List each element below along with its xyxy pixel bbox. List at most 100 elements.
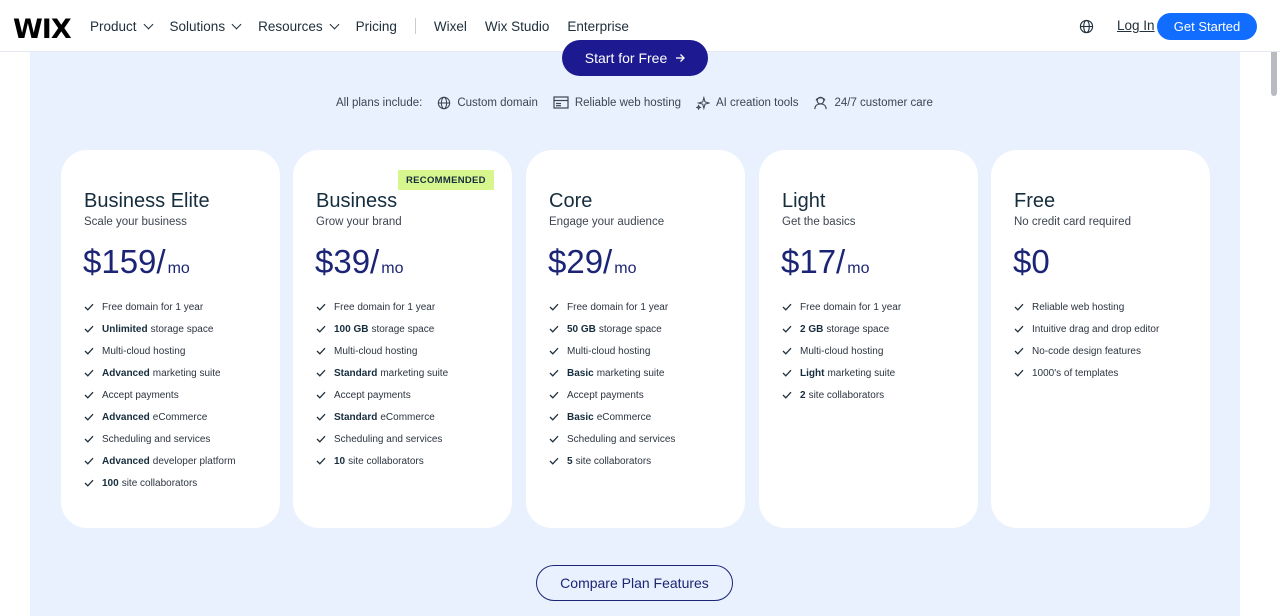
nav-wix-studio[interactable]: Wix Studio xyxy=(485,19,550,34)
feature-item: Advanced marketing suite xyxy=(84,362,236,384)
plan-card[interactable]: Light Get the basics $17/mo Free domain for… xyxy=(759,150,978,528)
feature-list: Reliable web hosting Intuitive drag and d… xyxy=(1014,296,1159,384)
price-amount: $159/ xyxy=(83,243,166,280)
check-icon xyxy=(84,413,94,421)
check-icon xyxy=(84,347,94,355)
nav-solutions[interactable]: Solutions xyxy=(170,19,242,34)
feature-list: Free domain for 1 year Unlimited storage s… xyxy=(84,296,236,494)
feature-text: eCommerce xyxy=(380,411,435,423)
feature-item: Standard marketing suite xyxy=(316,362,448,384)
price-amount: $39/ xyxy=(315,243,380,280)
feature-highlight: Standard xyxy=(334,367,378,379)
chevron-down-icon xyxy=(231,19,242,29)
feature-text: Multi-cloud hosting xyxy=(102,345,186,357)
price-amount: $17/ xyxy=(781,243,846,280)
feature-text: Free domain for 1 year xyxy=(334,301,436,313)
feature-highlight: Advanced xyxy=(102,367,150,379)
feature-item: Multi-cloud hosting xyxy=(316,340,448,362)
plan-name: Light xyxy=(782,190,826,212)
feature-highlight: Light xyxy=(800,367,825,379)
nav-product[interactable]: Product xyxy=(90,19,153,34)
feature-item: Multi-cloud hosting xyxy=(84,340,236,362)
check-icon xyxy=(549,457,559,465)
check-icon xyxy=(84,435,94,443)
check-icon xyxy=(84,369,94,377)
feature-highlight: Standard xyxy=(334,411,378,423)
plan-price: $29/mo xyxy=(548,243,636,281)
check-icon xyxy=(84,303,94,311)
price-period: mo xyxy=(614,260,637,277)
plan-card[interactable]: Business Elite Scale your business $159/mo… xyxy=(61,150,280,528)
feature-text: site collaborators xyxy=(348,455,424,467)
feature-item: Free domain for 1 year xyxy=(549,296,675,318)
feature-text: marketing suite xyxy=(827,367,896,379)
feature-item: Basic marketing suite xyxy=(549,362,675,384)
recommended-badge: RECOMMENDED xyxy=(398,170,494,190)
feature-highlight: Advanced xyxy=(102,455,150,467)
feature-text: developer platform xyxy=(152,455,236,467)
check-icon xyxy=(84,325,94,333)
plan-card[interactable]: Core Engage your audience $29/mo Free domai… xyxy=(526,150,745,528)
check-icon xyxy=(316,391,326,399)
feature-item: Accept payments xyxy=(549,384,675,406)
feature-item: Scheduling and services xyxy=(84,428,236,450)
feature-text: marketing suite xyxy=(152,367,221,379)
nav-pricing[interactable]: Pricing xyxy=(356,19,397,34)
feature-item: Multi-cloud hosting xyxy=(782,340,901,362)
plan-price: $159/mo xyxy=(83,243,190,281)
feature-list: Free domain for 1 year 100 GB storage spac… xyxy=(316,296,448,472)
nav-wixel[interactable]: Wixel xyxy=(434,19,467,34)
check-icon xyxy=(549,435,559,443)
check-icon xyxy=(84,391,94,399)
check-icon xyxy=(316,457,326,465)
nav-resources[interactable]: Resources xyxy=(258,19,340,34)
feature-text: Multi-cloud hosting xyxy=(567,345,651,357)
main-nav: Product Solutions Resources Pricing Wixe… xyxy=(90,0,647,52)
language-globe-icon[interactable] xyxy=(1079,19,1094,34)
feature-item: Accept payments xyxy=(316,384,448,406)
plan-name: Free xyxy=(1014,190,1056,212)
feature-item: Light marketing suite xyxy=(782,362,901,384)
feature-item: No-code design features xyxy=(1014,340,1159,362)
feature-text: site collaborators xyxy=(808,389,885,401)
compare-plan-features-button[interactable]: Compare Plan Features xyxy=(536,565,733,601)
feature-text: 1000's of templates xyxy=(1032,367,1119,379)
login-link[interactable]: Log In xyxy=(1117,18,1155,33)
sparkle-icon xyxy=(695,95,710,110)
nav-enterprise[interactable]: Enterprise xyxy=(567,19,629,34)
check-icon xyxy=(782,391,792,399)
check-icon xyxy=(316,413,326,421)
check-icon xyxy=(316,347,326,355)
plan-price: $17/mo xyxy=(781,243,869,281)
check-icon xyxy=(549,391,559,399)
check-icon xyxy=(316,303,326,311)
plan-card[interactable]: RECOMMENDED Business Grow your brand $39/mo… xyxy=(293,150,512,528)
feature-text: Scheduling and services xyxy=(334,433,443,445)
feature-text: site collaborators xyxy=(575,455,652,467)
feature-highlight: 100 xyxy=(102,477,119,489)
start-for-free-button[interactable]: Start for Free xyxy=(562,40,708,76)
feature-text: eCommerce xyxy=(152,411,208,423)
plan-subtitle: Scale your business xyxy=(84,216,187,228)
plan-card[interactable]: Free No credit card required $0 Reliable we… xyxy=(991,150,1210,528)
feature-item: 1000's of templates xyxy=(1014,362,1159,384)
check-icon xyxy=(84,457,94,465)
plan-subtitle: Grow your brand xyxy=(316,216,402,228)
feature-highlight: 5 xyxy=(567,455,573,467)
get-started-button[interactable]: Get Started xyxy=(1157,13,1257,40)
headset-icon xyxy=(814,96,828,110)
all-plans-include: All plans include: Custom domain Reliabl… xyxy=(336,95,933,110)
feature-item: 5 site collaborators xyxy=(549,450,675,472)
check-icon xyxy=(316,435,326,443)
check-icon xyxy=(316,325,326,333)
feature-text: Scheduling and services xyxy=(567,433,676,445)
price-period: mo xyxy=(847,260,870,277)
feature-text: storage space xyxy=(150,323,214,335)
wix-logo[interactable]: WIX xyxy=(13,14,72,45)
feature-highlight: 2 GB xyxy=(800,323,824,335)
check-icon xyxy=(549,369,559,377)
check-icon xyxy=(782,347,792,355)
feature-list: Free domain for 1 year 2 GB storage space M… xyxy=(782,296,901,406)
feature-item: Intuitive drag and drop editor xyxy=(1014,318,1159,340)
feature-item: 2 site collaborators xyxy=(782,384,901,406)
